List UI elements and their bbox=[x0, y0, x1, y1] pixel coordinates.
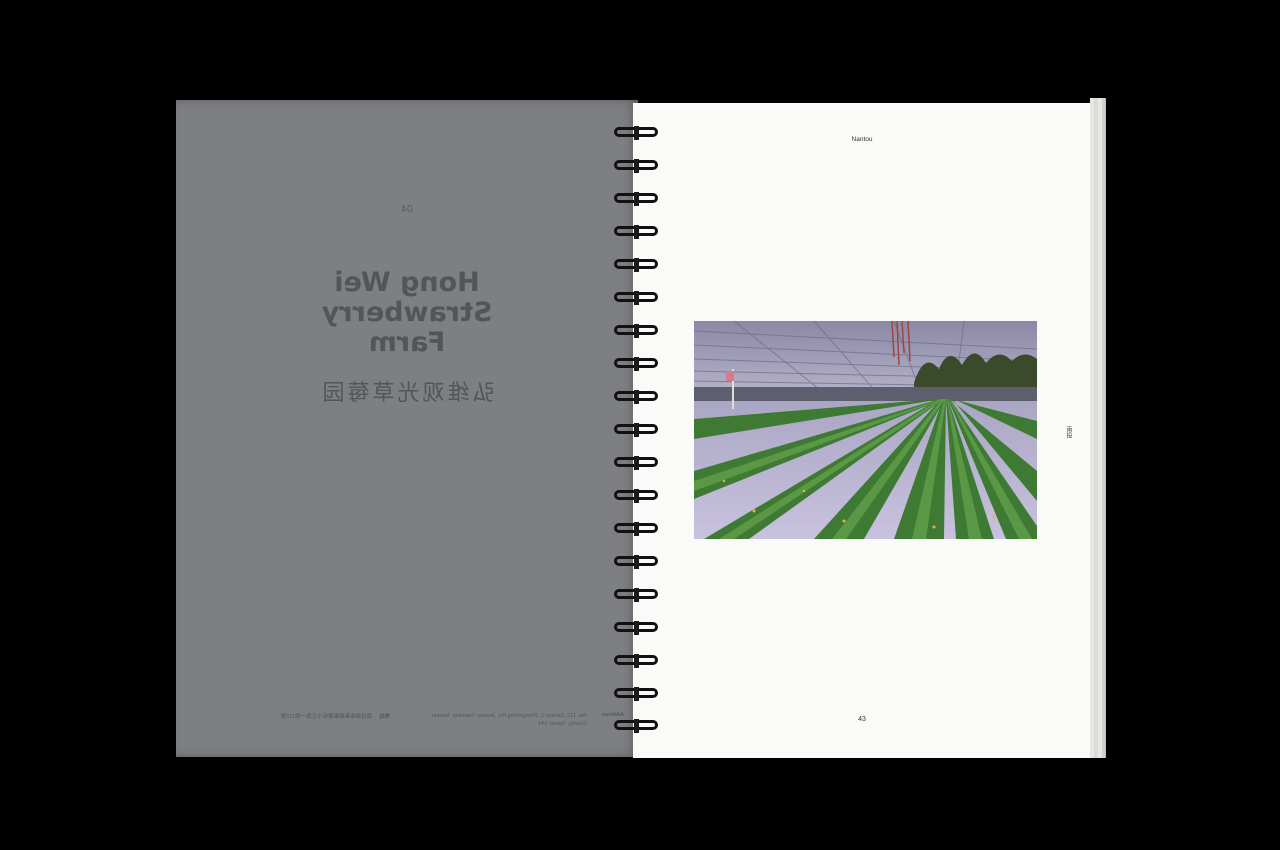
binding-coil bbox=[614, 621, 658, 635]
farm-title: Hong Wei Strawberry Farm bbox=[176, 267, 638, 358]
binding-coil bbox=[614, 555, 658, 569]
binding-coil bbox=[614, 291, 658, 305]
address-chinese: 南投縣集集鎮集鹿街中正路一段112號 bbox=[280, 714, 372, 720]
binding-coil bbox=[614, 423, 658, 437]
binding-coil bbox=[614, 324, 658, 338]
title-line-3: Farm bbox=[368, 327, 446, 358]
binding-coil bbox=[614, 126, 658, 140]
strawberry-greenhouse-photo bbox=[694, 321, 1037, 539]
page-header: Nantou bbox=[851, 136, 873, 143]
binding-coil bbox=[614, 390, 658, 404]
address-label: Address bbox=[601, 712, 624, 718]
title-line-1: Hong Wei bbox=[334, 267, 480, 298]
binding-coil bbox=[614, 719, 658, 733]
binding-coil bbox=[614, 522, 658, 536]
binding-coil bbox=[614, 192, 658, 206]
left-page: 04 Hong Wei Strawberry Farm 弘维观光草莓园 Addr… bbox=[176, 100, 638, 757]
chapter-number: 04 bbox=[401, 204, 413, 215]
mirrored-content: 04 Hong Wei Strawberry Farm 弘维观光草莓园 Addr… bbox=[176, 100, 638, 757]
binding-coil bbox=[614, 159, 658, 173]
page-number: 43 bbox=[858, 716, 866, 723]
binding-coil bbox=[614, 258, 658, 272]
binding-coil bbox=[614, 456, 658, 470]
binding-coil bbox=[614, 225, 658, 239]
title-line-2: Strawberry bbox=[321, 297, 493, 328]
binding-coil bbox=[614, 687, 658, 701]
address-chinese-label: 地址 bbox=[378, 714, 390, 720]
page-edges bbox=[1090, 98, 1110, 758]
binding-coil bbox=[614, 588, 658, 602]
binding-coil bbox=[614, 489, 658, 503]
chinese-title: 弘维观光草莓园 bbox=[319, 381, 495, 406]
book-spread-photo: 04 Hong Wei Strawberry Farm 弘维观光草莓园 Addr… bbox=[0, 0, 1280, 850]
binding-coil bbox=[614, 654, 658, 668]
binding-coil bbox=[614, 357, 658, 371]
address-english: No. 112, Section 1, Zhongzheng Rd, Jiesh… bbox=[431, 713, 586, 727]
side-label: 南投 bbox=[1065, 426, 1071, 438]
